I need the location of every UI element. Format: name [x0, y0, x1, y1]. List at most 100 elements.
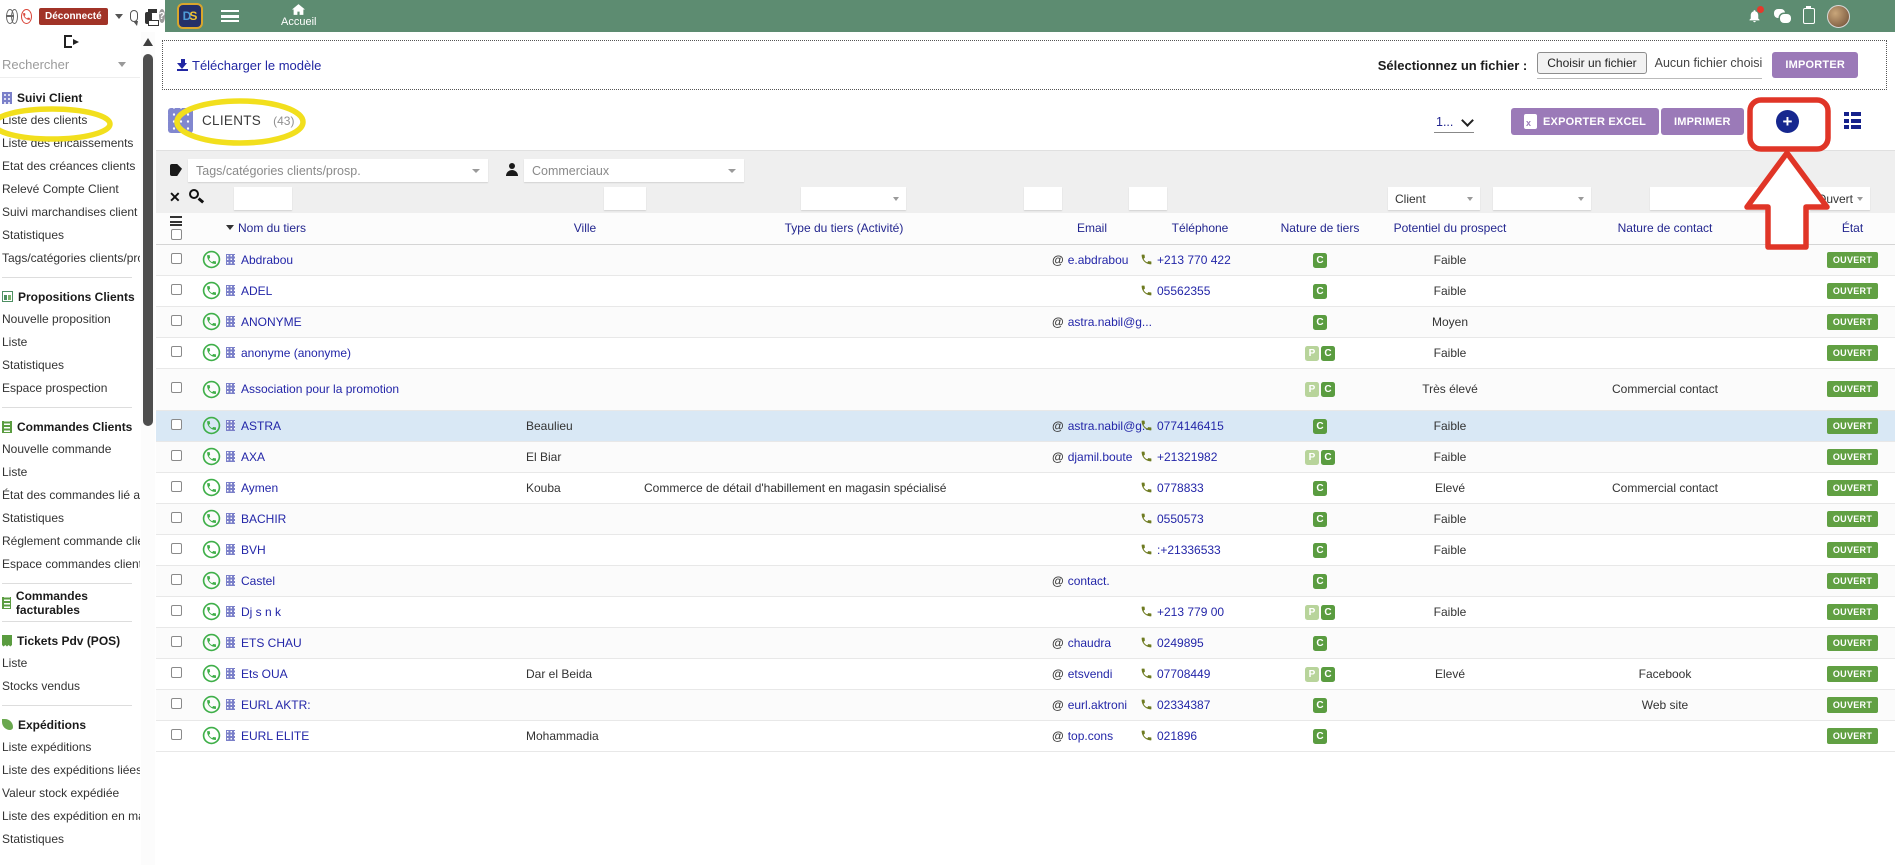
- phone-link[interactable]: :+21336533: [1157, 543, 1221, 557]
- row-checkbox[interactable]: [171, 728, 182, 740]
- print-button[interactable]: IMPRIMER: [1661, 108, 1744, 135]
- row-checkbox[interactable]: [171, 542, 182, 554]
- tab-accueil[interactable]: Accueil: [281, 4, 316, 28]
- sidebar-section-title[interactable]: Propositions Clients: [2, 285, 140, 308]
- whatsapp-icon[interactable]: [202, 416, 221, 435]
- logout-icon[interactable]: [64, 35, 79, 48]
- row-checkbox[interactable]: [171, 697, 182, 709]
- sidebar-item[interactable]: Liste: [2, 652, 140, 675]
- row-checkbox[interactable]: [171, 418, 182, 430]
- sidebar-item[interactable]: Etat des créances clients: [2, 155, 140, 178]
- sidebar-item[interactable]: Statistiques: [2, 354, 140, 377]
- whatsapp-icon[interactable]: [202, 343, 221, 362]
- client-name-link[interactable]: BACHIR: [241, 512, 286, 526]
- row-checkbox[interactable]: [171, 252, 182, 264]
- commercials-filter-select[interactable]: Commerciaux: [524, 159, 744, 182]
- whatsapp-icon[interactable]: [202, 281, 221, 300]
- client-name-link[interactable]: ASTRA: [241, 419, 281, 433]
- scroll-up-icon[interactable]: [143, 38, 153, 46]
- client-name-link[interactable]: Abdrabou: [241, 253, 293, 267]
- chat-icon[interactable]: [129, 10, 138, 26]
- add-client-button[interactable]: +: [1776, 110, 1799, 133]
- filter-ville-input[interactable]: [604, 187, 646, 210]
- sidebar-item[interactable]: Valeur stock expédiée: [2, 782, 140, 805]
- column-header-ville[interactable]: Ville: [526, 213, 644, 245]
- row-checkbox[interactable]: [171, 283, 182, 295]
- file-input[interactable]: Choisir un fichier Aucun fichier choisi: [1537, 51, 1763, 79]
- sidebar-item[interactable]: État des commandes lié aux ...: [2, 484, 140, 507]
- client-name-link[interactable]: AXA: [241, 450, 265, 464]
- filter-potential-select[interactable]: [1493, 187, 1591, 210]
- column-header-state[interactable]: État: [1810, 213, 1895, 245]
- phone-link[interactable]: +213 770 422: [1157, 253, 1231, 267]
- email-link[interactable]: etsvendi: [1068, 667, 1113, 681]
- sidebar-item[interactable]: Statistiques: [2, 224, 140, 247]
- filter-name-input[interactable]: [234, 187, 292, 210]
- sidebar-item[interactable]: Liste: [2, 331, 140, 354]
- client-name-link[interactable]: EURL AKTR:: [241, 698, 311, 712]
- phone-link[interactable]: 0774146415: [1157, 419, 1224, 433]
- whatsapp-icon[interactable]: [202, 509, 221, 528]
- whatsapp-icon[interactable]: [202, 571, 221, 590]
- caret-down-icon[interactable]: [114, 13, 123, 19]
- client-name-link[interactable]: EURL ELITE: [241, 729, 309, 743]
- phone-link[interactable]: +21321982: [1157, 450, 1217, 464]
- row-checkbox[interactable]: [171, 345, 182, 357]
- filter-nature-select[interactable]: Client: [1388, 187, 1480, 210]
- client-name-link[interactable]: ETS CHAU: [241, 636, 302, 650]
- row-checkbox[interactable]: [171, 635, 182, 647]
- scrollbar-thumb[interactable]: [143, 54, 153, 426]
- column-header-name[interactable]: Nom du tiers: [226, 213, 526, 245]
- row-checkbox[interactable]: [171, 666, 182, 678]
- whatsapp-icon[interactable]: [202, 695, 221, 714]
- whatsapp-icon[interactable]: [202, 380, 221, 399]
- column-header-nature[interactable]: Nature de tiers: [1260, 213, 1380, 245]
- email-link[interactable]: top.cons: [1068, 729, 1113, 743]
- bell-icon[interactable]: [1747, 6, 1764, 24]
- client-name-link[interactable]: Association pour la promotion: [241, 382, 399, 396]
- sidebar-item[interactable]: Nouvelle commande: [2, 438, 140, 461]
- column-header-potential[interactable]: Potentiel du prospect: [1380, 213, 1520, 245]
- sidebar-item[interactable]: Liste: [2, 461, 140, 484]
- client-name-link[interactable]: Dj s n k: [241, 605, 281, 619]
- phone-link[interactable]: 0550573: [1157, 512, 1204, 526]
- sidebar-item[interactable]: Stocks vendus: [2, 675, 140, 698]
- sidebar-section-title[interactable]: Tickets Pdv (POS): [2, 629, 140, 652]
- client-name-link[interactable]: anonyme (anonyme): [241, 346, 351, 360]
- list-view-icon[interactable]: [1844, 112, 1861, 129]
- filter-state-select[interactable]: Ouvert: [1810, 187, 1870, 210]
- column-header-email[interactable]: Email: [1044, 213, 1140, 245]
- email-link[interactable]: djamil.boute: [1068, 450, 1133, 464]
- app-logo[interactable]: DS: [177, 3, 203, 29]
- whatsapp-icon[interactable]: [202, 664, 221, 683]
- row-checkbox[interactable]: [171, 449, 182, 461]
- client-name-link[interactable]: ADEL: [241, 284, 272, 298]
- sidebar-item[interactable]: Espace prospection: [2, 377, 140, 400]
- sidebar-item[interactable]: Liste des expéditions liées au...: [2, 759, 140, 782]
- row-checkbox[interactable]: [171, 604, 182, 616]
- sidebar-section-title[interactable]: Suivi Client: [2, 86, 140, 109]
- filter-phone-input[interactable]: [1129, 187, 1167, 210]
- phone-link[interactable]: 021896: [1157, 729, 1197, 743]
- pagination-select[interactable]: 1...: [1434, 113, 1475, 133]
- column-header-activity[interactable]: Type du tiers (Activité): [644, 213, 1044, 245]
- clipboard-icon[interactable]: [1803, 6, 1815, 24]
- whatsapp-icon[interactable]: [202, 726, 221, 745]
- whatsapp-icon[interactable]: [202, 633, 221, 652]
- client-name-link[interactable]: BVH: [241, 543, 266, 557]
- row-checkbox[interactable]: [171, 382, 182, 393]
- filter-email-input[interactable]: [1024, 187, 1062, 210]
- sidebar-item[interactable]: Liste expéditions: [2, 736, 140, 759]
- sidebar-section-title[interactable]: Expéditions: [2, 713, 140, 736]
- column-header-phone[interactable]: Téléphone: [1140, 213, 1260, 245]
- sidebar-item[interactable]: Nouvelle proposition: [2, 308, 140, 331]
- whatsapp-icon[interactable]: [202, 602, 221, 621]
- sidebar-item[interactable]: Liste des encaissements: [2, 132, 140, 155]
- phone-link[interactable]: 0778833: [1157, 481, 1204, 495]
- client-name-link[interactable]: Castel: [241, 574, 275, 588]
- sidebar-search[interactable]: Rechercher: [0, 52, 140, 78]
- search-icon[interactable]: [189, 189, 199, 199]
- sidebar-item[interactable]: Statistiques: [2, 507, 140, 530]
- sidebar-item[interactable]: Tags/catégories clients/prosp.: [2, 247, 140, 270]
- phone-link[interactable]: 02334387: [1157, 698, 1210, 712]
